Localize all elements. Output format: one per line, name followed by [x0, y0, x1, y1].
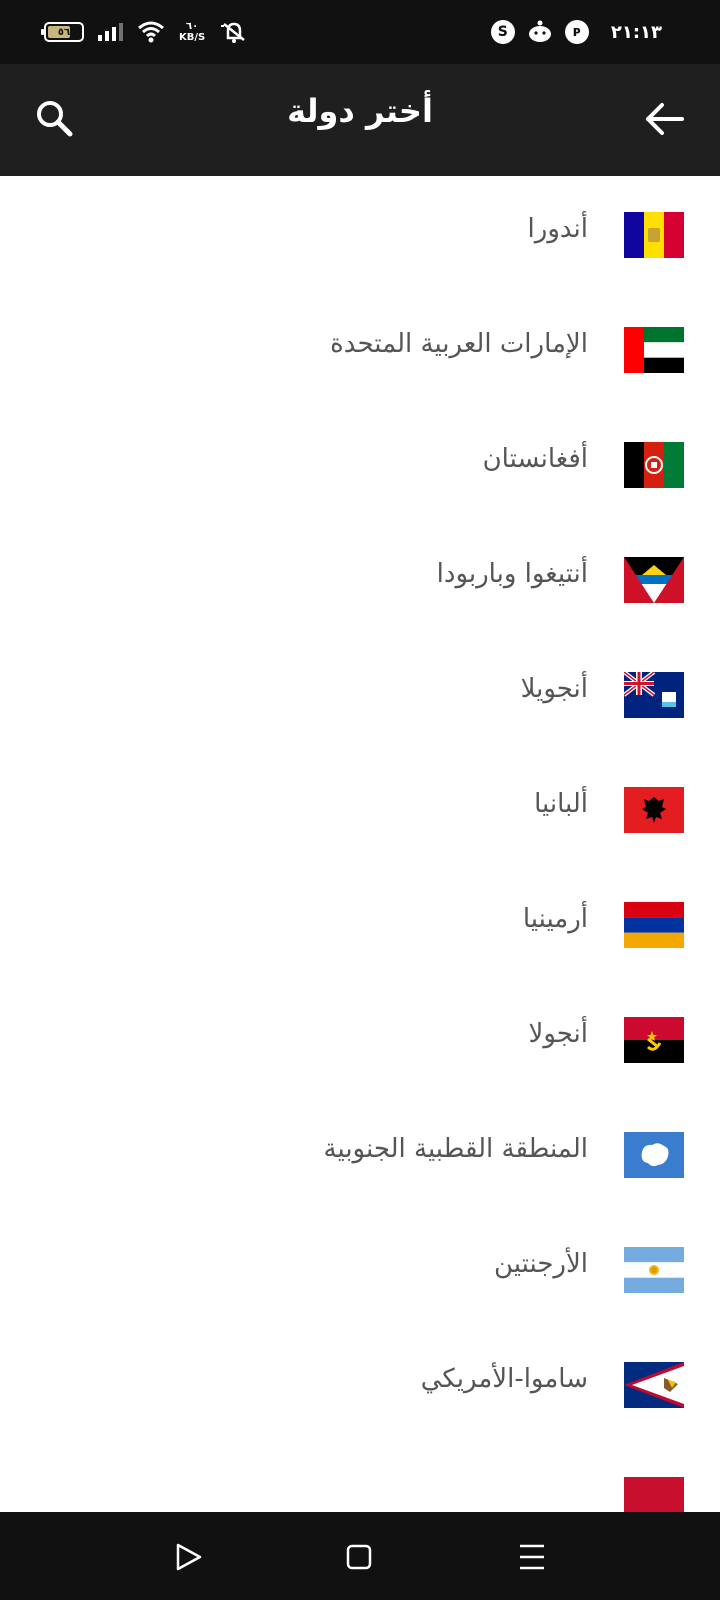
triangle-back-icon [176, 1543, 202, 1571]
country-name: ألبانيا [534, 789, 588, 819]
country-name: الإمارات العربية المتحدة [330, 329, 588, 359]
andorra-flag-icon [624, 212, 684, 258]
country-name: أنتيغوا وباربودا [436, 559, 588, 589]
network-speed-unit: KB/S [179, 32, 206, 43]
country-list: أندورا الإمارات العربية المتحدة أفغانستا… [0, 176, 720, 1512]
square-home-icon [346, 1544, 372, 1570]
country-item-antarctica[interactable]: المنطقة القطبية الجنوبية [0, 1096, 720, 1213]
country-item-angola[interactable]: أنجولا [0, 981, 720, 1098]
country-item-anguilla[interactable]: أنجويلا [0, 636, 720, 753]
country-item-armenia[interactable]: أرمينيا [0, 866, 720, 983]
signal-icon [98, 23, 123, 41]
anguilla-flag-icon [624, 672, 684, 718]
country-item-antigua[interactable]: أنتيغوا وباربودا [0, 521, 720, 638]
armenia-flag-icon [624, 902, 684, 948]
arrow-back-icon [646, 103, 684, 135]
app-bar: أختر دولة [0, 64, 720, 176]
battery-level: ٥٦ [57, 26, 71, 38]
wifi-icon [138, 21, 164, 43]
country-item-argentina[interactable]: الأرجنتين [0, 1211, 720, 1328]
country-name: أرمينيا [522, 904, 588, 934]
argentina-flag-icon [624, 1247, 684, 1293]
network-speed: ٦٠ KB/S [179, 21, 205, 43]
country-item-andorra[interactable]: أندورا [0, 176, 720, 293]
battery-icon: ٥٦ [41, 22, 84, 42]
reddit-icon [528, 20, 551, 42]
country-item-partial[interactable] [0, 1441, 720, 1512]
country-name: أنجولا [528, 1019, 588, 1049]
network-speed-value: ٦٠ [186, 21, 199, 32]
albania-flag-icon [624, 787, 684, 833]
mute-bell-icon [221, 22, 246, 43]
skype-icon: S [490, 20, 515, 44]
country-name: المنطقة القطبية الجنوبية [323, 1134, 588, 1164]
country-name: أندورا [527, 214, 588, 244]
country-item-albania[interactable]: ألبانيا [0, 751, 720, 868]
app-notification-icon: ᴘ [564, 20, 589, 44]
uae-flag-icon [624, 327, 684, 373]
menu-icon [520, 1544, 544, 1570]
status-bar: ٥٦ ٦٠ KB/S S ᴘ ٢١:١٣ [0, 0, 720, 64]
afghanistan-flag-icon [624, 442, 684, 488]
antarctica-flag-icon [624, 1132, 684, 1178]
country-item-afghanistan[interactable]: أفغانستان [0, 406, 720, 523]
country-name: ساموا-الأمريكي [420, 1364, 588, 1394]
navigation-bar [0, 1512, 720, 1600]
antigua-flag-icon [624, 557, 684, 603]
country-name: أفغانستان [482, 444, 588, 474]
country-item-american-samoa[interactable]: ساموا-الأمريكي [0, 1326, 720, 1443]
country-item-uae[interactable]: الإمارات العربية المتحدة [0, 291, 720, 408]
back-button[interactable] [640, 94, 690, 144]
nav-back-button[interactable] [163, 1532, 213, 1582]
nav-home-button[interactable] [334, 1532, 384, 1582]
angola-flag-icon [624, 1017, 684, 1063]
country-name: أنجويلا [520, 674, 588, 704]
american-samoa-flag-icon [624, 1362, 684, 1408]
nav-menu-button[interactable] [507, 1532, 557, 1582]
country-name: الأرجنتين [493, 1249, 588, 1279]
clock: ٢١:١٣ [610, 21, 662, 43]
partial-flag-icon [624, 1477, 684, 1512]
page-title: أختر دولة [287, 92, 433, 130]
